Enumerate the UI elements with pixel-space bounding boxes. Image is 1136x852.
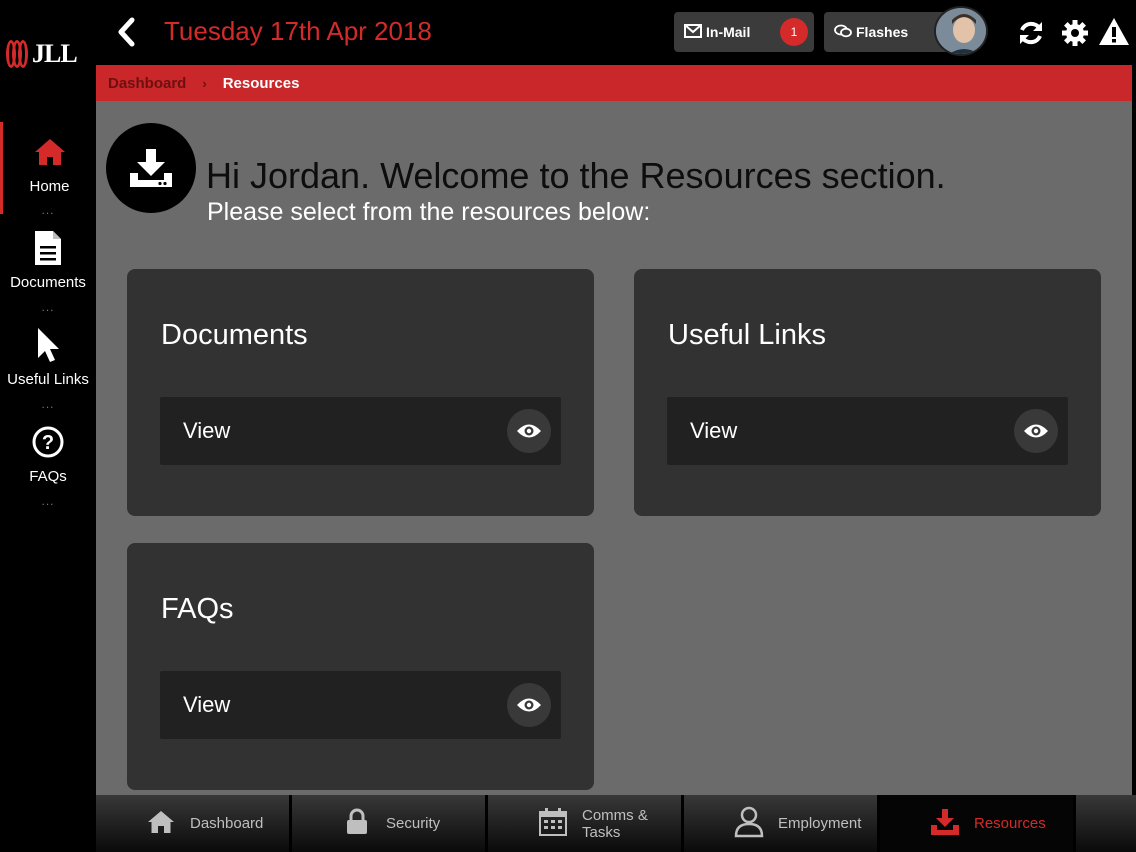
tab-label: Resources	[974, 815, 1046, 832]
sidebar-item-home[interactable]: Home	[0, 122, 96, 214]
tab-label: Employment	[778, 815, 862, 832]
resource-card-documents: Documents View	[127, 269, 594, 516]
sidebar-divider: ...	[41, 300, 55, 314]
sidebar-item-documents[interactable]: Documents	[0, 218, 96, 310]
calendar-icon	[536, 805, 570, 839]
main-content: Hi Jordan. Welcome to the Resources sect…	[96, 101, 1132, 795]
home-icon	[33, 130, 67, 174]
inmail-button[interactable]: In-Mail 1	[674, 12, 814, 52]
tab-resources[interactable]: Resources	[880, 795, 1076, 852]
home-icon	[144, 805, 178, 839]
eye-icon	[1014, 409, 1058, 453]
lock-icon	[340, 805, 374, 839]
eye-icon	[507, 409, 551, 453]
current-date: Tuesday 17th Apr 2018	[164, 16, 432, 46]
resource-card-useful-links: Useful Links View	[634, 269, 1101, 516]
sidebar: JLL Home ... Documents ... Useful Links …	[0, 0, 96, 852]
back-chevron-icon[interactable]	[114, 16, 138, 48]
download-icon	[928, 805, 962, 839]
tab-dashboard[interactable]: Dashboard	[96, 795, 292, 852]
tab-security[interactable]: Security	[292, 795, 488, 852]
question-circle-icon: ?	[31, 420, 65, 464]
instructions-text: Please select from the resources below:	[207, 198, 651, 226]
sidebar-item-label: Useful Links	[7, 371, 89, 388]
envelope-icon	[684, 23, 702, 41]
user-icon	[732, 805, 766, 839]
logo-text: JLL	[32, 39, 78, 68]
sidebar-divider: ...	[41, 203, 55, 217]
bottom-nav: Dashboard Security Comms & Tasks Employm…	[96, 795, 1136, 852]
breadcrumb-dashboard-link[interactable]: Dashboard	[108, 75, 186, 92]
gear-icon[interactable]	[1060, 18, 1090, 48]
tab-label: Dashboard	[190, 815, 264, 832]
card-title: FAQs	[161, 593, 234, 625]
view-button-label: View	[690, 418, 738, 443]
chat-bubbles-icon	[834, 24, 852, 41]
cursor-icon	[34, 323, 62, 367]
top-bar: Tuesday 17th Apr 2018 In-Mail 1 Flashes	[96, 0, 1136, 65]
view-faqs-button[interactable]: View	[160, 671, 561, 739]
breadcrumb: Dashboard › Resources	[96, 65, 1132, 101]
tab-employment[interactable]: Employment	[684, 795, 880, 852]
sidebar-item-useful-links[interactable]: Useful Links	[0, 315, 96, 407]
sidebar-divider: ...	[41, 397, 55, 411]
breadcrumb-separator: ›	[202, 75, 207, 91]
welcome-heading: Hi Jordan. Welcome to the Resources sect…	[206, 155, 946, 196]
view-button-label: View	[183, 692, 231, 717]
sidebar-item-label: FAQs	[29, 468, 67, 485]
eye-icon	[507, 683, 551, 727]
refresh-icon[interactable]	[1016, 18, 1046, 48]
document-icon	[33, 226, 63, 270]
inmail-label: In-Mail	[706, 24, 751, 40]
tab-comms-tasks[interactable]: Comms & Tasks	[488, 795, 684, 852]
resource-card-faqs: FAQs View	[127, 543, 594, 790]
sidebar-item-label: Home	[29, 178, 70, 195]
tab-label: Security	[386, 815, 441, 832]
card-title: Useful Links	[668, 319, 826, 351]
view-useful-links-button[interactable]: View	[667, 397, 1068, 465]
view-button-label: View	[183, 418, 231, 443]
sidebar-item-label: Documents	[10, 274, 86, 291]
jll-logo: JLL	[6, 34, 78, 74]
view-documents-button[interactable]: View	[160, 397, 561, 465]
logo-rings-icon	[6, 40, 28, 68]
flashes-label: Flashes	[856, 24, 909, 40]
sidebar-divider: ...	[41, 494, 55, 508]
download-icon	[106, 123, 196, 213]
tab-label: Comms & Tasks	[582, 806, 648, 841]
card-title: Documents	[161, 319, 308, 351]
user-avatar[interactable]	[934, 6, 988, 56]
warning-icon[interactable]	[1098, 16, 1130, 48]
inmail-count-badge: 1	[780, 18, 808, 46]
breadcrumb-current: Resources	[222, 74, 300, 92]
sidebar-item-faqs[interactable]: ? FAQs	[0, 412, 96, 504]
svg-text:?: ?	[42, 432, 54, 454]
